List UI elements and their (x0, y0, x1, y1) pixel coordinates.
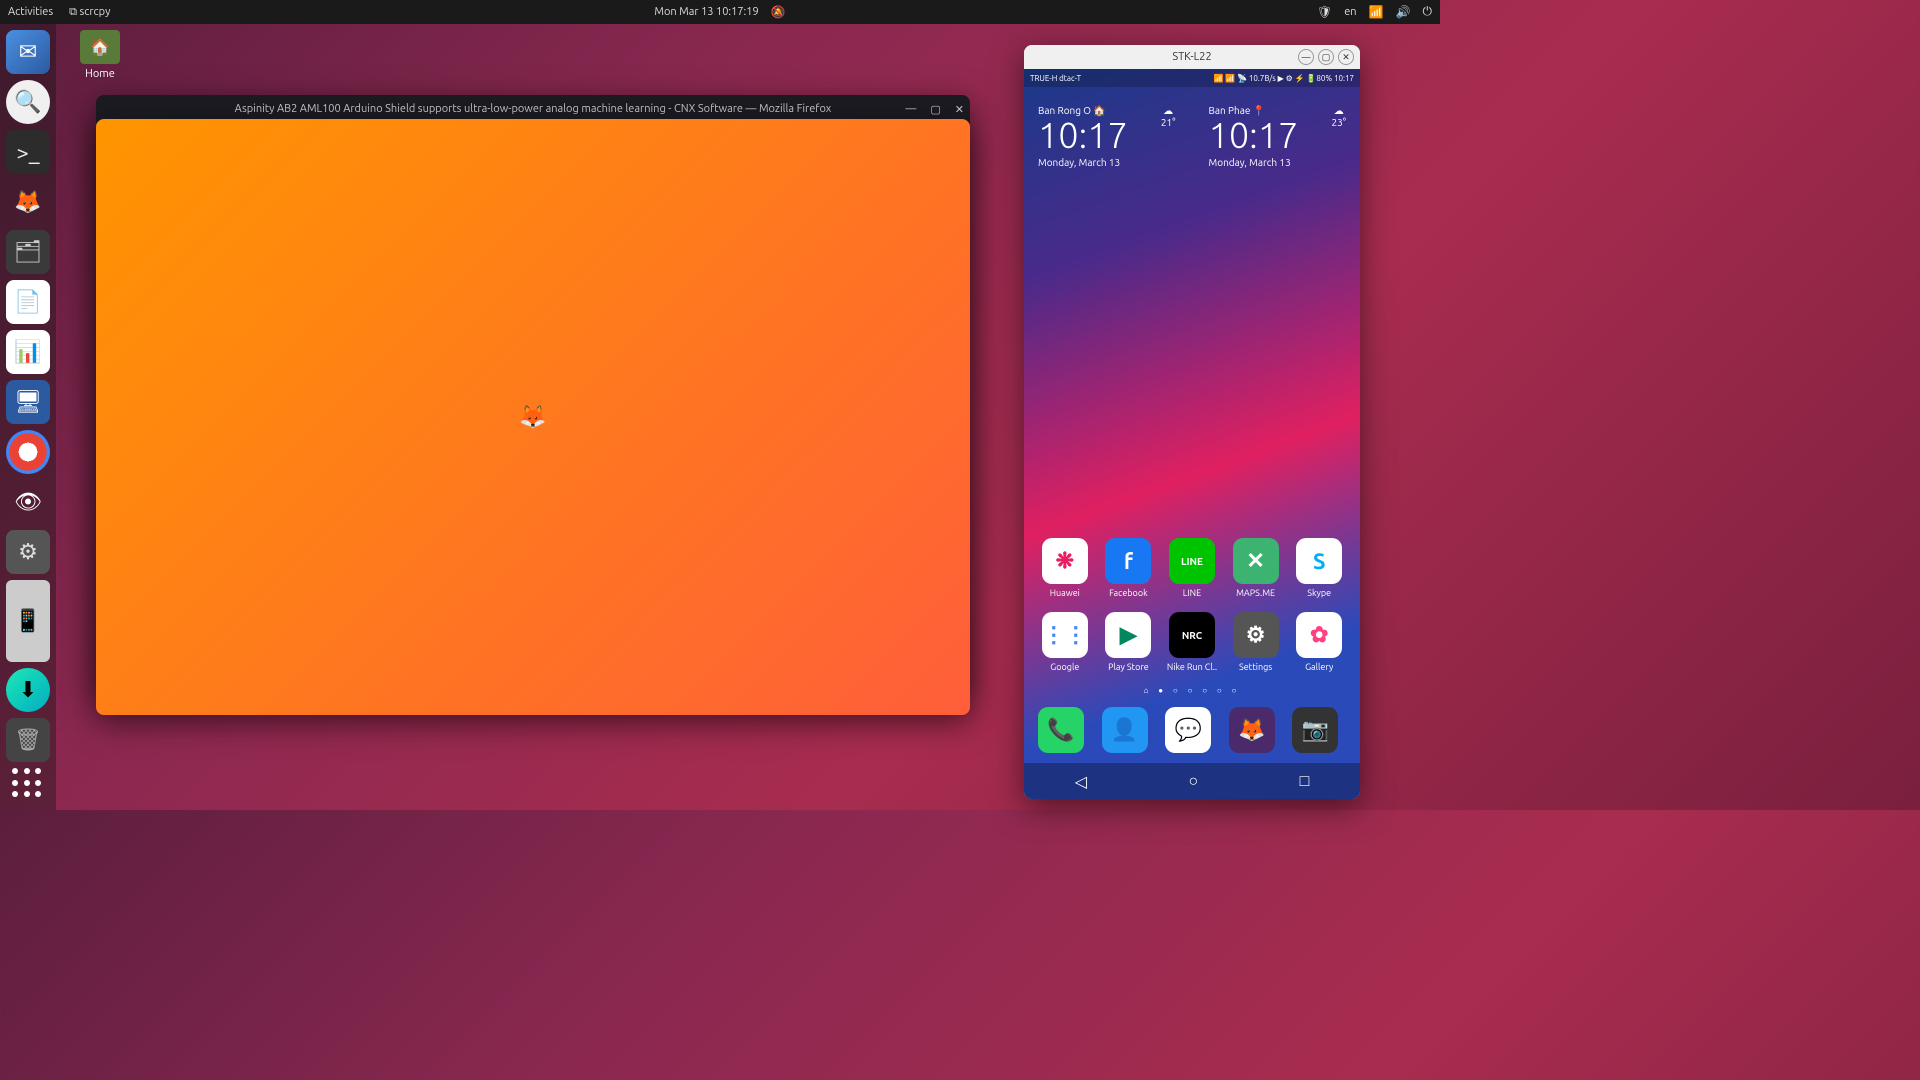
dock-phone[interactable]: 📱 (6, 580, 50, 662)
app-playstore[interactable]: ▶Play Store (1102, 612, 1156, 672)
input-lang[interactable]: en (1344, 6, 1356, 18)
window-maximize[interactable]: ▢ (930, 103, 940, 116)
window-maximize[interactable]: ▢ (1318, 49, 1334, 65)
dock-gimp[interactable]: 🦊 (6, 180, 50, 224)
dock-messages[interactable]: 💬 (1165, 707, 1211, 753)
dock-jdownloader[interactable]: ⬇ (6, 668, 50, 712)
clock[interactable]: Mon Mar 13 10:17:19 (654, 6, 758, 18)
dock-trash[interactable]: 🗑 (6, 718, 50, 762)
scrcpy-titlebar[interactable]: STK-L22 — ▢ ✕ (1024, 45, 1360, 69)
shield-icon: 🛡 (1317, 5, 1332, 19)
activities-button[interactable]: Activities (8, 6, 53, 18)
app-indicator[interactable]: ⧉ scrcpy (69, 6, 110, 19)
dock-settings[interactable]: ⚙ (6, 530, 50, 574)
dock-show-apps[interactable] (12, 768, 44, 800)
dock-contacts[interactable]: 👤 (1102, 707, 1148, 753)
weather-1: ☁21° (1161, 105, 1176, 168)
power-icon[interactable]: ⏻ (1423, 5, 1433, 19)
phone-dock: 📞 👤 💬 🦊 📷 (1024, 699, 1360, 763)
dock-terminal[interactable]: >_ (6, 130, 50, 174)
window-minimize[interactable]: — (1298, 49, 1314, 65)
app-line[interactable]: LINELINE (1165, 538, 1219, 598)
dock-camera[interactable]: 📷 (1292, 707, 1338, 753)
dock-image-viewer[interactable]: 🔍 (6, 80, 50, 124)
window-title: Aspinity AB2 AML100 Arduino Shield suppo… (235, 103, 832, 115)
app-skype[interactable]: SSkype (1292, 538, 1346, 598)
dock-phone[interactable]: 📞 (1038, 707, 1084, 753)
dock-files[interactable]: 🗂 (6, 230, 50, 274)
app-mapsme[interactable]: ✕MAPS.ME (1229, 538, 1283, 598)
app-huawei[interactable]: ❋Huawei (1038, 538, 1092, 598)
window-close[interactable]: ✕ (1338, 49, 1354, 65)
gnome-dock: 🦊 ✉ 🔍 >_ 🦊 🗂 📄 📊 🖥 👁 ⚙ 📱 ⬇ 🗑 (0, 24, 56, 810)
wifi-icon: 📶 (1369, 5, 1384, 19)
desktop-home-folder[interactable]: Home (80, 30, 120, 80)
nav-back[interactable]: ◁ (1075, 772, 1087, 791)
phone-statusbar: TRUE-H dtac-T 📶 📶 📡 10.7B/s ▶ ⚙ ⚡ 🔋80% 1… (1024, 69, 1360, 87)
app-nikeruncl[interactable]: NRCNike Run Cl.. (1165, 612, 1219, 672)
window-close[interactable]: ✕ (955, 103, 964, 116)
dock-calc[interactable]: 📊 (6, 330, 50, 374)
weather-2: ☁23° (1331, 105, 1346, 168)
gnome-topbar: Activities ⧉ scrcpy Mon Mar 13 10:17:19 … (0, 0, 1440, 24)
scrcpy-window: STK-L22 — ▢ ✕ TRUE-H dtac-T 📶 📶 📡 10.7B/… (1024, 45, 1360, 799)
phone-navbar: ◁ ○ □ (1024, 763, 1360, 799)
nav-home[interactable]: ○ (1188, 772, 1198, 791)
dock-remmina[interactable]: 🖥 (6, 380, 50, 424)
page-indicator: ⌂ ● ○ ○ ○ ○ ○ (1024, 682, 1360, 699)
dock-app[interactable]: 👁 (6, 480, 50, 524)
app-google[interactable]: ⋮⋮Google (1038, 612, 1092, 672)
dock-chrome[interactable] (6, 430, 50, 474)
clock-widget-1[interactable]: Ban Rong O 🏠 10:17 Monday, March 13 (1038, 105, 1128, 168)
dock-firefox[interactable]: 🦊 (1229, 707, 1275, 753)
phone-screen[interactable]: TRUE-H dtac-T 📶 📶 📡 10.7B/s ▶ ⚙ ⚡ 🔋80% 1… (1024, 69, 1360, 799)
clock-widget-2[interactable]: Ban Phae 📍 10:17 Monday, March 13 (1209, 105, 1299, 168)
dock-firefox[interactable]: 🦊 (96, 119, 970, 715)
window-minimize[interactable]: — (905, 103, 916, 116)
dock-thunderbird[interactable]: ✉ (6, 30, 50, 74)
scrcpy-title: STK-L22 (1172, 51, 1211, 63)
volume-icon: 🔊 (1396, 5, 1411, 19)
home-folder-icon (80, 30, 120, 64)
app-settings[interactable]: ⚙Settings (1229, 612, 1283, 672)
dock-writer[interactable]: 📄 (6, 280, 50, 324)
bell-muted-icon: 🔕 (771, 5, 786, 19)
app-facebook[interactable]: fFacebook (1102, 538, 1156, 598)
phone-app-grid: ❋HuaweifFacebookLINELINE✕MAPS.MESSkype ⋮⋮… (1024, 528, 1360, 682)
nav-recent[interactable]: □ (1300, 772, 1310, 791)
app-gallery[interactable]: ✿Gallery (1292, 612, 1346, 672)
